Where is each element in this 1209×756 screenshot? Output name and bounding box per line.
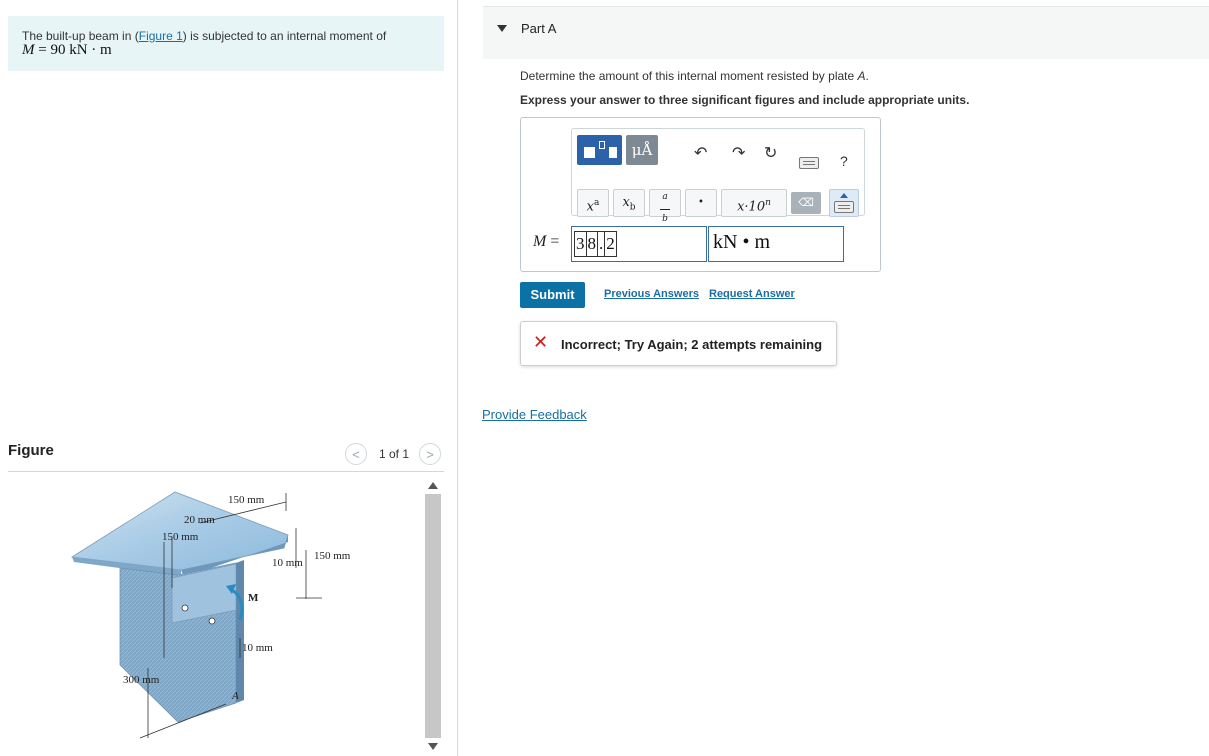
moment-symbol: M — [22, 42, 35, 58]
dim-label-left-150: 150 mm — [162, 531, 199, 543]
question-suffix: . — [865, 69, 869, 83]
part-title: Part A — [521, 21, 557, 36]
chevron-right-icon[interactable]: > — [419, 443, 442, 465]
problem-statement: The built-up beam in (Figure 1) is subje… — [8, 16, 444, 71]
redo-icon[interactable]: ↷ — [732, 143, 745, 163]
reset-icon[interactable]: ↻ — [764, 143, 777, 163]
instruction-text: Express your answer to three significant… — [520, 93, 970, 107]
provide-feedback-link[interactable]: Provide Feedback — [482, 407, 587, 422]
undo-icon[interactable]: ↶ — [694, 143, 707, 163]
fraction-den: b — [662, 214, 668, 224]
bolt-2 — [208, 617, 216, 625]
answer-label: M = — [533, 233, 559, 251]
feedback-message-box: ✕ Incorrect; Try Again; 2 attempts remai… — [520, 321, 837, 366]
dim-label-moment: M — [248, 592, 259, 604]
chevron-left-icon[interactable]: < — [345, 443, 367, 465]
figure-title: Figure — [8, 442, 54, 459]
collapse-triangle-icon[interactable] — [497, 25, 507, 32]
dim-label-top-150: 150 mm — [228, 494, 265, 506]
scroll-thumb[interactable] — [425, 494, 441, 738]
subscript-sub: b — [629, 202, 636, 213]
scroll-down-icon[interactable] — [428, 743, 438, 750]
sci-notation-exp: n — [765, 198, 771, 208]
keyboard-toggle-button[interactable] — [829, 189, 859, 217]
superscript-base: x — [586, 199, 594, 215]
dot-button[interactable]: • — [685, 189, 717, 217]
previous-answers-link[interactable]: Previous Answers — [604, 288, 699, 300]
dim-label-thick-20: 20 mm — [184, 514, 215, 526]
sci-notation-button[interactable]: x·10n — [721, 189, 787, 217]
figure-link[interactable]: Figure 1 — [139, 29, 183, 43]
dim-label-web-10: 10 mm — [272, 557, 303, 569]
superscript-exp: a — [593, 198, 600, 208]
backspace-icon[interactable]: ⌫ — [791, 192, 821, 214]
units-button[interactable]: μÅ — [626, 135, 658, 165]
scroll-up-icon[interactable] — [428, 482, 438, 489]
column-divider — [457, 0, 458, 756]
feedback-message: Incorrect; Try Again; 2 attempts remaini… — [561, 337, 823, 352]
problem-text-before: The built-up beam in ( — [22, 29, 139, 43]
unit-input[interactable]: kN • m — [708, 226, 844, 262]
x-icon: ✕ — [533, 332, 549, 352]
dim-label-right-150: 150 mm — [314, 550, 351, 562]
question-plate: A — [857, 69, 866, 83]
sci-notation-base: x·10 — [737, 199, 766, 215]
figure-page-count: 1 of 1 — [379, 447, 410, 461]
problem-text-after: ) is subjected to an internal moment of — [182, 29, 387, 43]
bolt-1 — [181, 604, 189, 612]
web-plate-edge — [236, 560, 244, 703]
question-prefix: Determine the amount of this internal mo… — [520, 69, 858, 83]
subscript-button[interactable]: xb — [613, 189, 645, 217]
moment-expression: M = 90 kN · m — [22, 42, 444, 58]
math-toolbar: μÅ ↶ ↷ ↻ ? xa xb ab • x·10n ⌫ — [571, 128, 865, 224]
help-icon[interactable]: ? — [840, 153, 848, 169]
dim-label-flange-10: 10 mm — [242, 642, 273, 654]
figure-pager: < 1 of 1 > — [345, 443, 442, 465]
value-digit: 2 — [604, 231, 617, 257]
figure-scrollbar[interactable] — [424, 478, 442, 756]
subscript-base: x — [622, 195, 630, 210]
question-text: Determine the amount of this internal mo… — [520, 69, 869, 83]
fraction-button[interactable]: ab — [649, 189, 681, 224]
submit-button[interactable]: Submit — [520, 282, 585, 308]
figure-divider — [8, 471, 444, 472]
beam-diagram — [70, 491, 322, 739]
keyboard-icon — [834, 201, 854, 213]
dim-label-height-300: 300 mm — [123, 674, 160, 686]
plate-label-a: A — [232, 690, 239, 702]
templates-button[interactable] — [577, 135, 622, 165]
superscript-button[interactable]: xa — [577, 189, 609, 217]
answer-box: μÅ ↶ ↷ ↻ ? xa xb ab • x·10n ⌫ M = 3 8 . … — [520, 117, 881, 272]
keyboard-icon[interactable] — [799, 157, 819, 169]
beam-figure: 150 mm 20 mm 150 mm 10 mm 150 mm M 10 mm… — [60, 478, 420, 756]
answer-equals: = — [546, 233, 560, 250]
fraction-num: a — [662, 192, 668, 202]
request-answer-link[interactable]: Request Answer — [709, 288, 795, 300]
part-a-header[interactable]: Part A — [483, 6, 1209, 59]
value-input[interactable]: 3 8 . 2 — [571, 226, 707, 262]
answer-symbol: M — [533, 233, 547, 250]
moment-value: = 90 kN · m — [34, 42, 112, 58]
